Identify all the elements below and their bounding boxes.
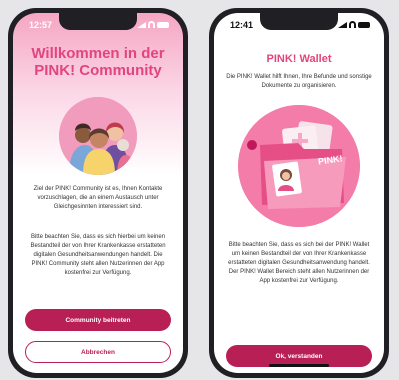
notch (59, 13, 137, 30)
title-line-1: Willkommen in der (31, 45, 165, 62)
wallet-disclaimer: Bitte beachten Sie, dass es sich bei der… (228, 242, 370, 284)
community-illustration (59, 97, 137, 175)
intro-paragraph: Ziel der PINK! Community ist es, Ihnen K… (33, 186, 163, 210)
disclaimer-paragraph: Bitte beachten Sie, dass es sich hierbei… (30, 234, 166, 276)
signal-icon (137, 21, 146, 28)
phone-community: 12:57 Willkommen in der PINK! Community (8, 8, 188, 378)
join-community-button[interactable]: Community beitreten (25, 309, 171, 331)
wifi-icon (349, 21, 356, 28)
wallet-folder-icon (238, 105, 360, 227)
signal-icon (338, 21, 347, 28)
group-of-women-icon (59, 97, 137, 175)
status-icons (338, 21, 370, 28)
wallet-description: Die PINK! Wallet hilft Ihnen, Ihre Befun… (226, 74, 372, 89)
wallet-screen: 12:41 PINK! Wallet Die PINK! Wallet hilf… (214, 13, 384, 373)
status-bar: 12:57 (13, 13, 183, 35)
page-title: PINK! Wallet (266, 53, 332, 65)
wallet-illustration: PINK! (238, 105, 360, 227)
page-title: Willkommen in der PINK! Community (13, 45, 183, 79)
status-time: 12:41 (230, 20, 254, 30)
status-bar: 12:41 (214, 13, 384, 35)
screenshot-stage: 12:57 Willkommen in der PINK! Community (0, 0, 399, 380)
battery-icon (157, 21, 169, 28)
cancel-button[interactable]: Abbrechen (25, 341, 171, 363)
home-indicator (269, 364, 329, 367)
status-time: 12:57 (29, 20, 53, 30)
battery-icon (358, 21, 370, 28)
notch (260, 13, 338, 30)
title-line-2: PINK! Community (34, 62, 162, 79)
community-screen: 12:57 Willkommen in der PINK! Community (13, 13, 183, 373)
wifi-icon (148, 21, 155, 28)
status-icons (137, 21, 169, 28)
phone-wallet: 12:41 PINK! Wallet Die PINK! Wallet hilf… (209, 8, 389, 378)
